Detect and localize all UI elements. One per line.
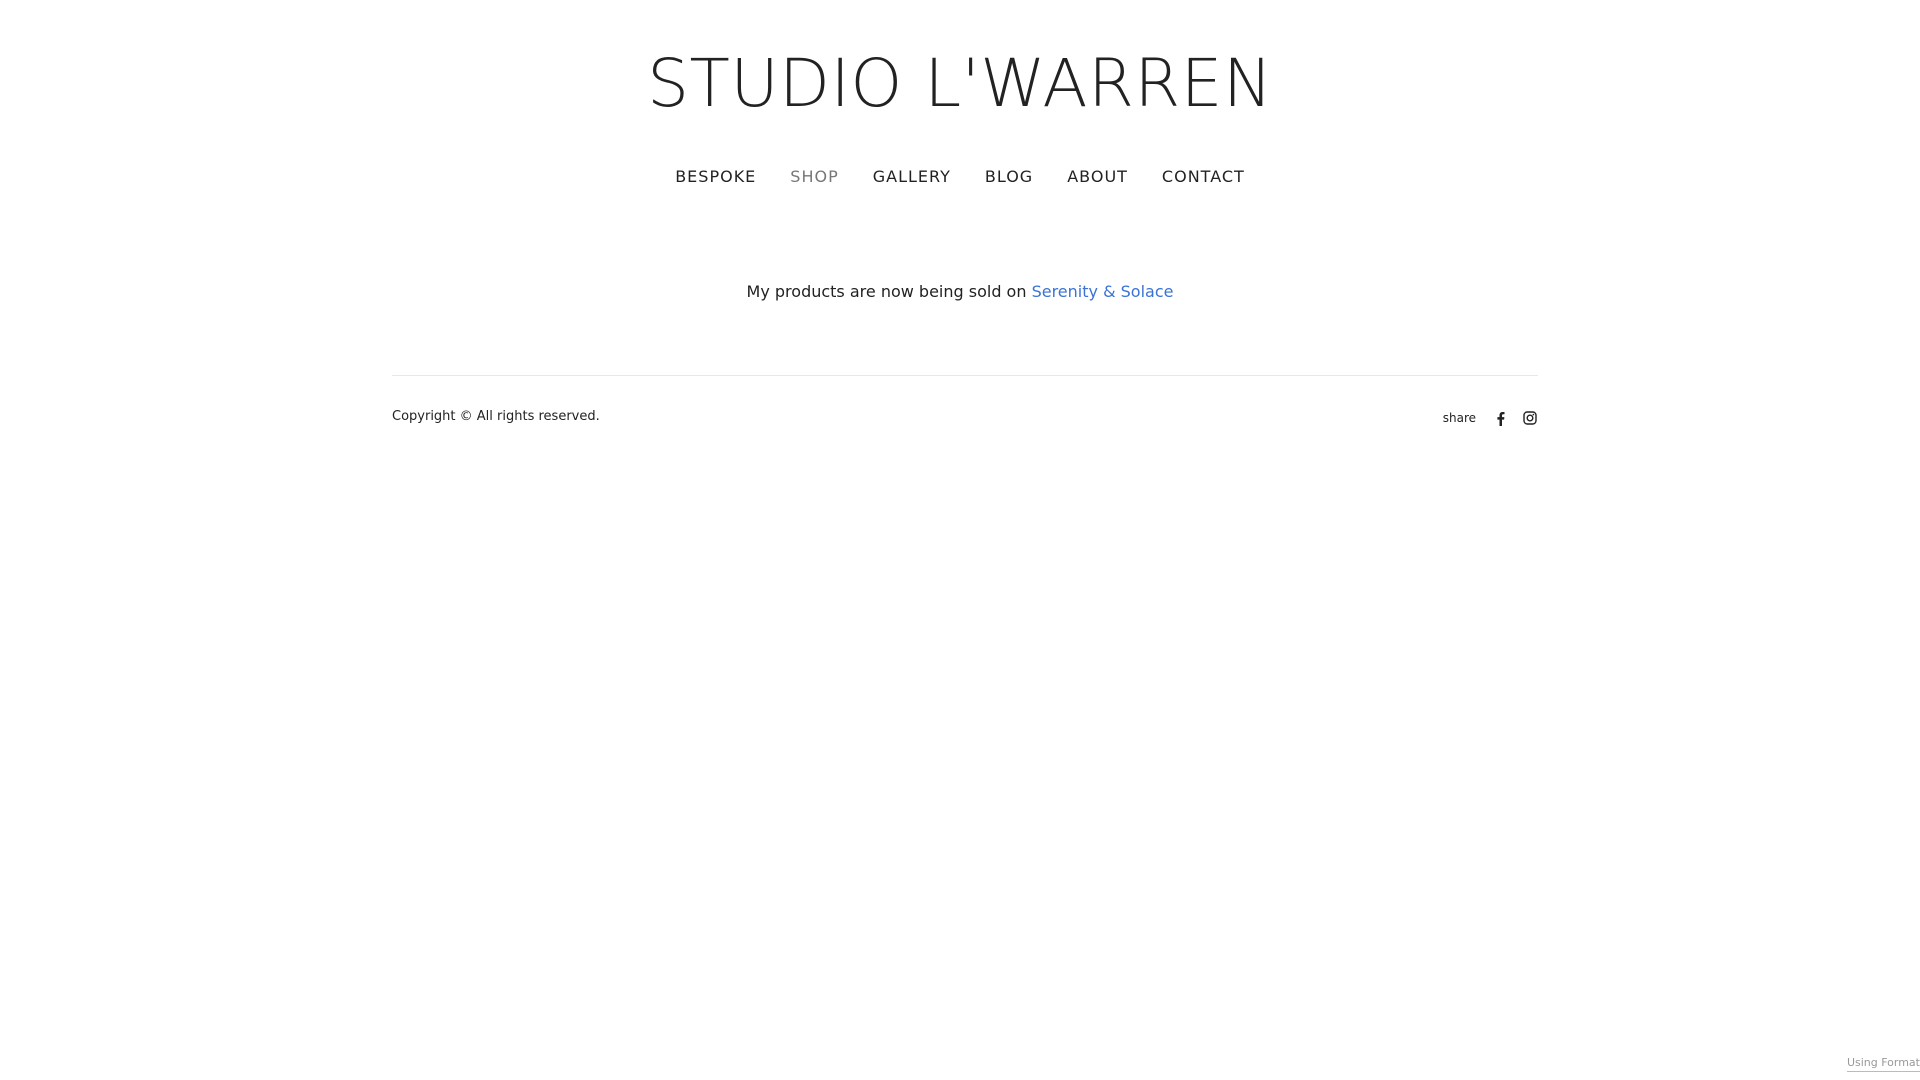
- copyright-text: Copyright © All rights reserved.: [392, 409, 600, 424]
- page: STUDIO L'WARREN BESPOKE SHOP GALLERY BLO…: [0, 0, 1920, 1080]
- instagram-icon[interactable]: [1522, 410, 1538, 426]
- nav-item-bespoke[interactable]: BESPOKE: [675, 166, 756, 188]
- notice-text: My products are now being sold on: [746, 282, 1032, 301]
- nav-item-blog[interactable]: BLOG: [985, 166, 1033, 188]
- main-nav: BESPOKE SHOP GALLERY BLOG ABOUT CONTACT: [0, 166, 1920, 188]
- nav-item-contact[interactable]: CONTACT: [1162, 166, 1245, 188]
- share-label: share: [1442, 411, 1476, 425]
- nav-item-shop[interactable]: SHOP: [790, 166, 838, 188]
- using-format-badge[interactable]: Using Format: [1846, 1055, 1920, 1072]
- shop-notice: My products are now being sold on Sereni…: [0, 281, 1920, 303]
- site-title[interactable]: STUDIO L'WARREN: [0, 44, 1920, 124]
- footer-divider: [392, 375, 1538, 376]
- social-share: share: [1443, 408, 1538, 428]
- serenity-solace-link[interactable]: Serenity & Solace: [1032, 282, 1174, 301]
- facebook-icon[interactable]: [1492, 410, 1508, 426]
- nav-item-about[interactable]: ABOUT: [1067, 166, 1128, 188]
- nav-item-gallery[interactable]: GALLERY: [873, 166, 951, 188]
